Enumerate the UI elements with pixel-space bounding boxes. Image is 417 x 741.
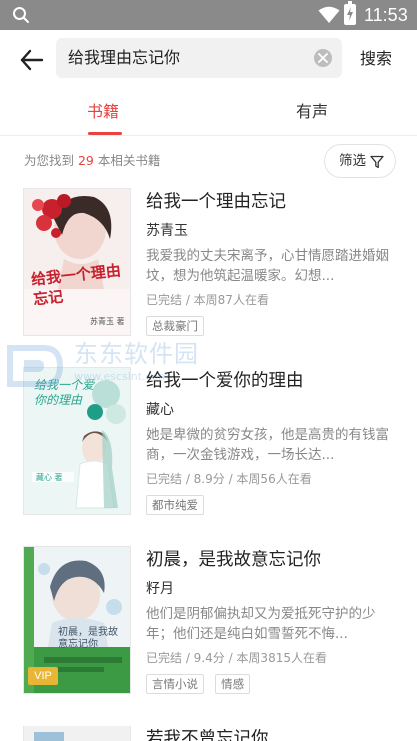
book-tag[interactable]: 情感 [215, 674, 251, 694]
tab-audio[interactable]: 有声 [296, 102, 328, 122]
search-icon [13, 7, 29, 23]
book-title[interactable]: 给我一个理由忘记 [146, 191, 286, 213]
search-header: 给我理由忘记你 搜索 [0, 30, 417, 88]
book-author: 苏青玉 [146, 223, 188, 239]
book-description: 她是卑微的贫穷女孩，他是高贵的有钱富商，一次金钱游戏，一场长达... [146, 427, 389, 463]
tab-books[interactable]: 书籍 [87, 102, 119, 122]
book-list-item[interactable]: 初晨，是我故意忘记你 VIP 初晨，是我故意忘记你 籽月 他们是阴郁偏执却又为爱… [0, 547, 417, 727]
book-author: 藏心 [146, 402, 174, 418]
book-tag[interactable]: 总裁豪门 [146, 316, 204, 336]
wifi-icon [318, 6, 340, 23]
cover-author-text: 藏心 著 [36, 473, 63, 482]
watermark-logo-icon [7, 345, 64, 387]
watermark-text: 东东软件园 [74, 340, 199, 368]
book-cover[interactable] [24, 726, 130, 741]
result-count: 29 [77, 153, 94, 168]
status-bar: 11:53 [0, 0, 417, 30]
book-tags: 言情小说 情感 [146, 673, 256, 694]
battery-icon [344, 1, 356, 25]
back-arrow-icon[interactable] [18, 46, 46, 74]
clear-icon[interactable] [314, 49, 332, 67]
watermark-url: www.escslnt.com [74, 370, 170, 383]
active-tab-indicator [88, 132, 122, 135]
tab-bar: 书籍 有声 [0, 88, 417, 136]
book-meta: 已完结 / 9.4分 / 本周3815人在看 [146, 651, 327, 665]
book-cover[interactable]: 初晨，是我故意忘记你 VIP [24, 547, 130, 693]
search-input[interactable]: 给我理由忘记你 [56, 38, 342, 78]
book-description: 他们是阴郁偏执却又为爱抵死守护的少年；他们还是纯白如雪誓死不悔... [146, 606, 376, 642]
search-button[interactable]: 搜索 [360, 49, 392, 69]
cover-author-text: 苏青玉 著 [90, 317, 125, 326]
result-count-text: 为您找到 29 本相关书籍 [24, 153, 161, 168]
book-tags: 都市纯爱 [146, 494, 210, 515]
watermark: 东东软件园 www.escslnt.com [0, 336, 230, 396]
filter-button[interactable]: 筛选 [324, 144, 396, 178]
book-meta: 已完结 / 8.9分 / 本周56人在看 [146, 472, 312, 486]
book-meta: 已完结 / 本周87人在看 [146, 293, 269, 307]
book-tag[interactable]: 言情小说 [146, 674, 204, 694]
book-title[interactable]: 若我不曾忘记你 [146, 728, 269, 741]
filter-label: 筛选 [339, 153, 366, 169]
book-author: 籽月 [146, 581, 174, 597]
book-tags: 总裁豪门 [146, 315, 210, 336]
filter-funnel-icon [370, 155, 384, 169]
book-tag[interactable]: 都市纯爱 [146, 495, 204, 515]
book-description: 我爱我的丈夫宋离予，心甘情愿踏进婚姻坟，想为他筑起温暖家。幻想... [146, 248, 389, 284]
status-time: 11:53 [364, 5, 408, 25]
book-title[interactable]: 初晨，是我故意忘记你 [146, 549, 321, 571]
book-list-item[interactable]: 若我不曾忘记你 [0, 726, 417, 741]
cover-title-text: 初晨，是我故意忘记你 [58, 627, 118, 650]
book-cover[interactable]: 给我一个理由忘记 苏青玉 著 [24, 189, 130, 335]
search-query-text: 给我理由忘记你 [68, 48, 181, 67]
vip-badge: VIP [28, 667, 58, 685]
result-summary-bar: 为您找到 29 本相关书籍 筛选 [0, 136, 417, 186]
